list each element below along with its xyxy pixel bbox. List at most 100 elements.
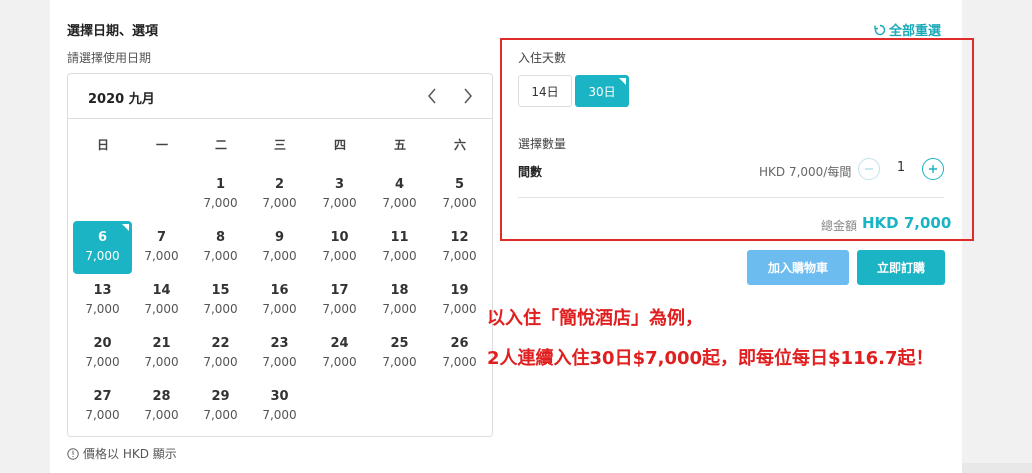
day-number: 22: [211, 336, 230, 351]
price-note-text: 價格以 HKD 顯示: [83, 447, 177, 461]
day-price: 7,000: [144, 249, 179, 263]
day-price: 7,000: [85, 355, 120, 369]
day-number: 3: [334, 177, 345, 192]
calendar-day[interactable]: 15 7,000: [191, 274, 250, 327]
day-option-14[interactable]: 14日: [518, 75, 572, 107]
calendar-day[interactable]: 1 7,000: [191, 168, 250, 221]
calendar-day[interactable]: 11 7,000: [370, 221, 429, 274]
day-option-30[interactable]: 30日: [575, 75, 629, 107]
day-price: 7,000: [262, 302, 297, 316]
price-note: 價格以 HKD 顯示: [67, 445, 177, 462]
calendar-day[interactable]: 24 7,000: [310, 327, 369, 380]
calendar-day[interactable]: 23 7,000: [250, 327, 309, 380]
date-prompt: 請選擇使用日期: [67, 51, 152, 65]
day-price: 7,000: [85, 302, 120, 316]
day-price: 7,000: [382, 196, 417, 210]
calendar-day[interactable]: 13 7,000: [73, 274, 132, 327]
calendar-day[interactable]: 16 7,000: [250, 274, 309, 327]
day-price: 7,000: [203, 249, 238, 263]
day-number: 5: [454, 177, 465, 192]
calendar-day[interactable]: 22 7,000: [191, 327, 250, 380]
day-price: 7,000: [203, 196, 238, 210]
calendar-day[interactable]: 27 7,000: [73, 380, 132, 433]
background-corner: [962, 463, 1032, 473]
total-value: HKD 7,000: [862, 214, 952, 232]
calendar-day[interactable]: 4 7,000: [370, 168, 429, 221]
calendar-day[interactable]: 19 7,000: [430, 274, 489, 327]
day-option-14-label: 14日: [531, 84, 559, 99]
calendar-day[interactable]: 26 7,000: [430, 327, 489, 380]
unit-price: HKD 7,000/每間: [759, 165, 852, 179]
buy-now-button[interactable]: 立即訂購: [857, 250, 945, 285]
decrease-quantity-button[interactable]: [858, 158, 880, 180]
minus-icon: [865, 168, 873, 170]
day-number: 11: [390, 230, 409, 245]
next-month-button[interactable]: [458, 86, 478, 106]
day-number: 9: [274, 230, 285, 245]
calendar-day[interactable]: 8 7,000: [191, 221, 250, 274]
selected-corner-icon: [619, 78, 626, 85]
day-number: 23: [270, 336, 289, 351]
calendar-day[interactable]: 14 7,000: [132, 274, 191, 327]
prev-month-button[interactable]: [422, 86, 442, 106]
stay-days-label: 入住天數: [518, 51, 567, 65]
day-number: 7: [156, 230, 167, 245]
day-number: 29: [211, 389, 230, 404]
calendar-month: 2020 九月: [88, 92, 155, 107]
calendar-day[interactable]: 21 7,000: [132, 327, 191, 380]
plus-icon: [929, 165, 937, 173]
day-number: 20: [93, 336, 112, 351]
calendar-day[interactable]: 28 7,000: [132, 380, 191, 433]
day-number: 13: [93, 283, 112, 298]
calendar-day[interactable]: 10 7,000: [310, 221, 369, 274]
day-price: 7,000: [382, 355, 417, 369]
day-price: 7,000: [322, 355, 357, 369]
calendar-day[interactable]: 2 7,000: [250, 168, 309, 221]
highlight-box: [500, 38, 974, 241]
weekday-header: 日: [96, 138, 109, 152]
calendar-day[interactable]: 29 7,000: [191, 380, 250, 433]
calendar-day[interactable]: 17 7,000: [310, 274, 369, 327]
weekday-header: 四: [333, 138, 346, 152]
weekday-header: 三: [273, 138, 286, 152]
day-option-30-label: 30日: [588, 84, 616, 99]
quantity-value: 1: [896, 160, 906, 175]
day-price: 7,000: [442, 196, 477, 210]
day-number: 19: [450, 283, 469, 298]
reset-label: 全部重選: [889, 24, 942, 39]
day-number: 28: [152, 389, 171, 404]
day-price: 7,000: [203, 302, 238, 316]
day-number: 1: [215, 177, 226, 192]
add-to-cart-button[interactable]: 加入購物車: [747, 250, 849, 285]
day-number: 30: [270, 389, 289, 404]
selected-corner-icon: [122, 224, 129, 231]
calendar-day[interactable]: 5 7,000: [430, 168, 489, 221]
day-number: 17: [330, 283, 349, 298]
calendar-day[interactable]: 25 7,000: [370, 327, 429, 380]
calendar-day[interactable]: 9 7,000: [250, 221, 309, 274]
info-icon: [67, 447, 79, 460]
day-price: 7,000: [85, 249, 120, 263]
calendar-day[interactable]: 3 7,000: [310, 168, 369, 221]
day-price: 7,000: [85, 408, 120, 422]
day-number: 12: [450, 230, 469, 245]
chevron-right-icon: [464, 88, 472, 104]
day-price: 7,000: [442, 249, 477, 263]
day-price: 7,000: [144, 302, 179, 316]
calendar-day[interactable]: 20 7,000: [73, 327, 132, 380]
weekday-header: 一: [155, 138, 168, 152]
day-price: 7,000: [262, 196, 297, 210]
weekday-header: 五: [393, 138, 406, 152]
calendar-day[interactable]: 12 7,000: [430, 221, 489, 274]
day-number: 10: [330, 230, 349, 245]
day-price: 7,000: [382, 302, 417, 316]
calendar-day[interactable]: 7 7,000: [132, 221, 191, 274]
calendar-day[interactable]: 30 7,000: [250, 380, 309, 433]
day-price: 7,000: [144, 408, 179, 422]
day-price: 7,000: [322, 302, 357, 316]
calendar-day-selected[interactable]: 6 7,000: [73, 221, 132, 274]
room-label: 間數: [518, 165, 543, 179]
reset-all-button[interactable]: 全部重選: [874, 20, 941, 39]
calendar-day[interactable]: 18 7,000: [370, 274, 429, 327]
increase-quantity-button[interactable]: [922, 158, 944, 180]
